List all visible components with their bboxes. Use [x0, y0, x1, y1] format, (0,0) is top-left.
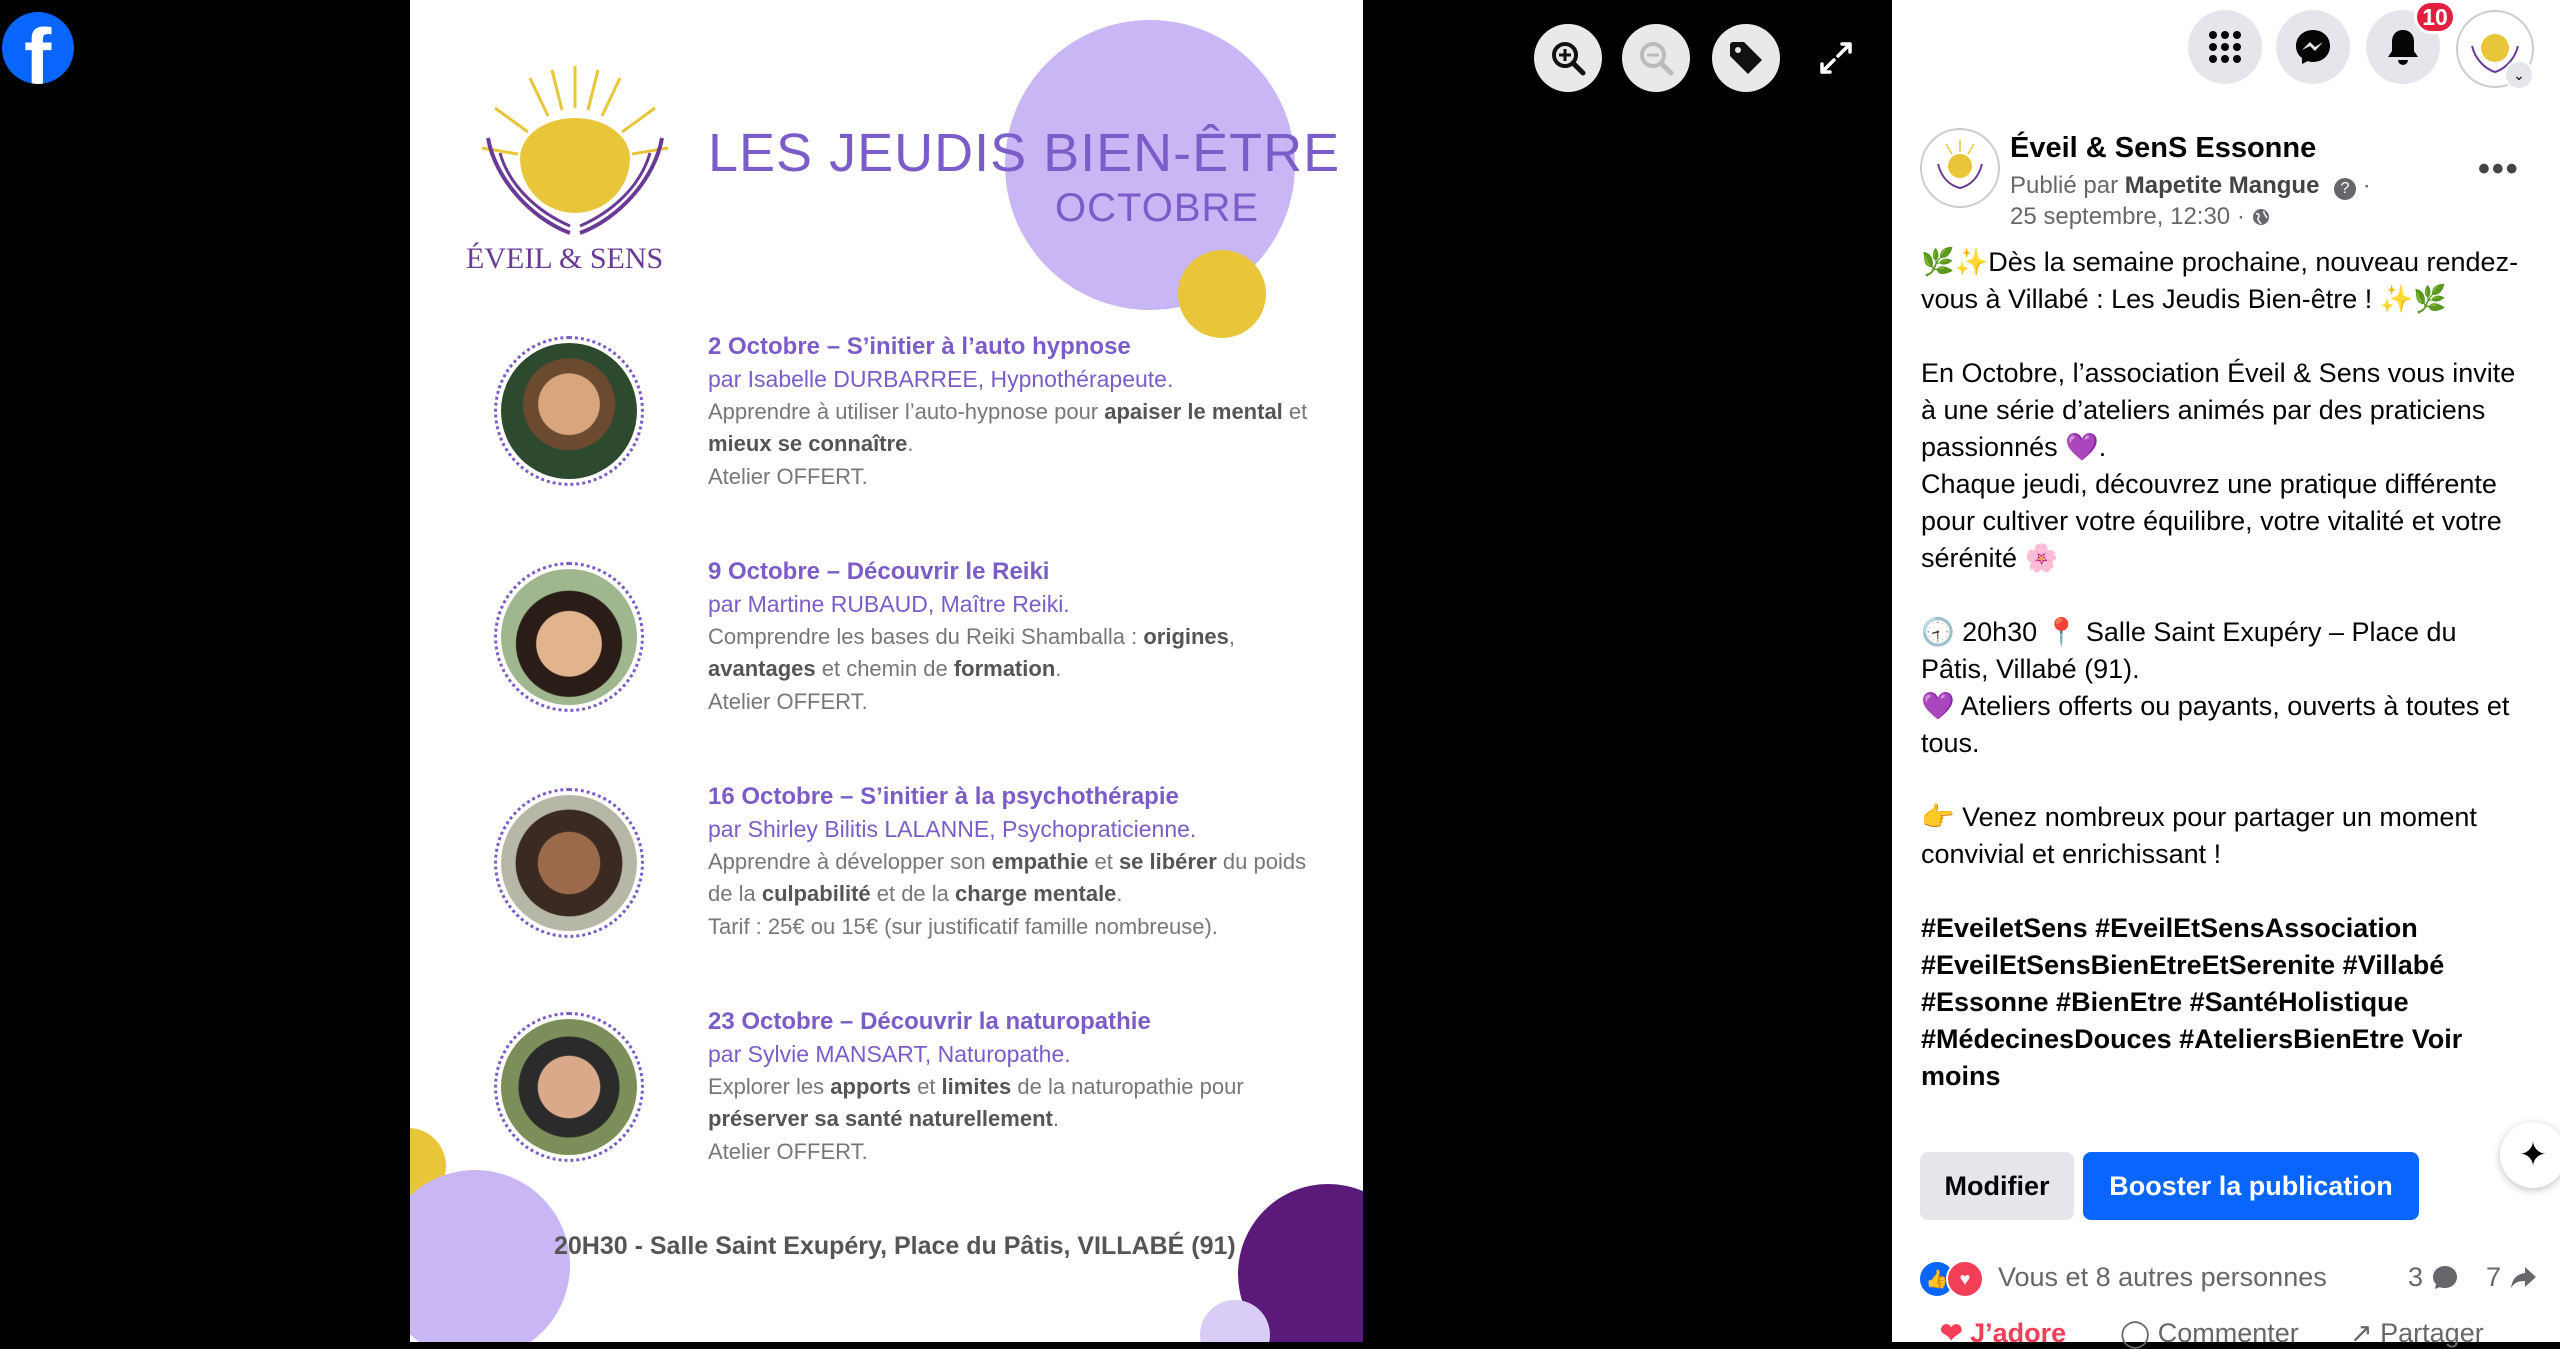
published-by: Publié par Mapetite Mangue ? · [2010, 172, 2371, 200]
bell-icon [2388, 30, 2418, 65]
share-icon: ↗ [2350, 1318, 2373, 1348]
speaker-photo [494, 1012, 644, 1162]
session-description: Comprendre les bases du Reiki Shamballa … [708, 624, 1236, 681]
session-speaker: par Isabelle DURBARREE, Hypnothérapeute. [708, 366, 1174, 392]
help-icon[interactable]: ? [2334, 178, 2357, 200]
session-note: Tarif : 25€ ou 15€ (sur justificatif fam… [708, 914, 1218, 939]
reactions-summary[interactable]: 👍 ♥ Vous et 8 autres personnes 3 7 [1918, 1260, 2538, 1300]
tag-icon [1730, 42, 1762, 74]
session-title: 23 Octobre – Découvrir la naturopathie [708, 1008, 1151, 1035]
session-title: 16 Octobre – S’initier à la psychothérap… [708, 783, 1179, 810]
post-paragraph: 👉 Venez nombreux pour partager un moment… [1921, 802, 2477, 869]
boost-post-button[interactable]: Booster la publication [2083, 1152, 2419, 1220]
session-description: Explorer les apports et limites de la na… [708, 1074, 1244, 1131]
post-paragraph: En Octobre, l’association Éveil & Sens v… [1921, 358, 2516, 573]
speaker-photo [494, 562, 644, 712]
eveil-sens-logo-icon [1937, 140, 1983, 190]
comment-icon [2432, 1266, 2457, 1289]
session-speaker: par Shirley Bilitis LALANNE, Psychoprati… [708, 816, 1197, 842]
love-action[interactable]: ❤ J’adore [1940, 1318, 2066, 1349]
heart-icon: ❤ [1940, 1318, 1963, 1348]
comments-count[interactable]: 3 [2408, 1262, 2459, 1293]
page-name[interactable]: Éveil & SenS Essonne [2010, 132, 2316, 165]
comment-action-label: Commenter [2157, 1318, 2299, 1348]
menu-button[interactable] [2188, 10, 2262, 84]
messenger-button[interactable] [2276, 10, 2350, 84]
edit-button[interactable]: Modifier [1920, 1152, 2074, 1220]
poster-title: LES JEUDIS BIEN-ÊTRE [708, 122, 1340, 184]
poster-subtitle: OCTOBRE [1055, 186, 1260, 230]
tag-button[interactable] [1712, 24, 1780, 92]
zoom-in-icon [1552, 42, 1586, 76]
session-note: Atelier OFFERT. [708, 689, 868, 714]
chevron-down-icon[interactable]: ⌄ [2504, 60, 2534, 90]
session-title: 2 Octobre – S’initier à l’auto hypnose [708, 333, 1131, 360]
globe-icon [2253, 209, 2270, 225]
messenger-icon [2296, 30, 2330, 64]
shares-number: 7 [2486, 1262, 2502, 1292]
share-icon [2510, 1267, 2536, 1288]
comment-action[interactable]: ◯ Commenter [2120, 1318, 2299, 1349]
published-by-prefix: Publié par [2010, 172, 2119, 199]
session-speaker: par Sylvie MANSART, Naturopathe. [708, 1041, 1071, 1067]
hashtags[interactable]: #EveiletSens #EveilEtSensAssociation #Ev… [1921, 913, 2444, 1054]
title-left: LES JEUDIS [708, 123, 1028, 183]
share-action[interactable]: ↗ Partager [2350, 1318, 2484, 1349]
zoom-out-icon [1640, 42, 1674, 76]
sparkle-icon[interactable]: ✦ [2500, 1122, 2560, 1188]
session-title: 9 Octobre – Découvrir le Reiki [708, 558, 1050, 585]
page-avatar[interactable] [1920, 128, 2000, 208]
post-timestamp[interactable]: 25 septembre, 12:30 · [2010, 203, 2245, 230]
lavender-circle-decor-bottom [410, 1170, 570, 1342]
zoom-out-button[interactable] [1622, 24, 1690, 92]
publisher-name[interactable]: Mapetite Mangue [2125, 172, 2320, 199]
facebook-logo-icon[interactable]: f [2, 12, 74, 84]
session-note: Atelier OFFERT. [708, 1139, 868, 1164]
poster-footer: 20H30 - Salle Saint Exupéry, Place du Pâ… [554, 1232, 1236, 1260]
shares-count[interactable]: 7 [2486, 1262, 2537, 1293]
speaker-photo [494, 788, 644, 938]
post-image: ÉVEIL & SENS LES JEUDIS BIEN-ÊTRE OCTOBR… [410, 0, 1363, 1342]
session-note: Atelier OFFERT. [708, 464, 868, 489]
speaker-photo [494, 336, 644, 486]
post-paragraph: 🌿✨Dès la semaine prochaine, nouveau rend… [1921, 247, 2519, 314]
expand-icon[interactable] [1818, 40, 1854, 76]
reactions-text[interactable]: Vous et 8 autres personnes [1998, 1262, 2327, 1293]
more-options-icon[interactable]: ••• [2478, 150, 2520, 189]
session-description: Apprendre à utiliser l’auto-hypnose pour… [708, 399, 1308, 456]
yellow-circle-decor [1178, 250, 1266, 338]
session-description: Apprendre à développer son empathie et s… [708, 849, 1307, 906]
post-message: 🌿✨Dès la semaine prochaine, nouveau rend… [1921, 244, 2521, 1095]
brand-name: ÉVEIL & SENS [466, 242, 664, 275]
love-reaction-icon: ♥ [1946, 1260, 1984, 1298]
love-action-label: J’adore [1970, 1318, 2067, 1348]
grid-menu-icon [2209, 31, 2241, 63]
notification-badge: 10 [2414, 0, 2456, 34]
post-date: 25 septembre, 12:30 · [2010, 203, 2271, 231]
session-speaker: par Martine RUBAUD, Maître Reiki. [708, 591, 1070, 617]
post-actions: ❤ J’adore ◯ Commenter ↗ Partager [1920, 1318, 2540, 1348]
comments-number: 3 [2408, 1262, 2424, 1292]
post-paragraph: 🕣 20h30 📍 Salle Saint Exupéry – Place du… [1921, 617, 2510, 758]
comment-icon: ◯ [2120, 1318, 2151, 1348]
eveil-sens-logo-icon [481, 66, 669, 235]
share-action-label: Partager [2380, 1318, 2484, 1348]
title-right: BIEN-ÊTRE [1043, 123, 1341, 183]
zoom-in-button[interactable] [1534, 24, 1602, 92]
